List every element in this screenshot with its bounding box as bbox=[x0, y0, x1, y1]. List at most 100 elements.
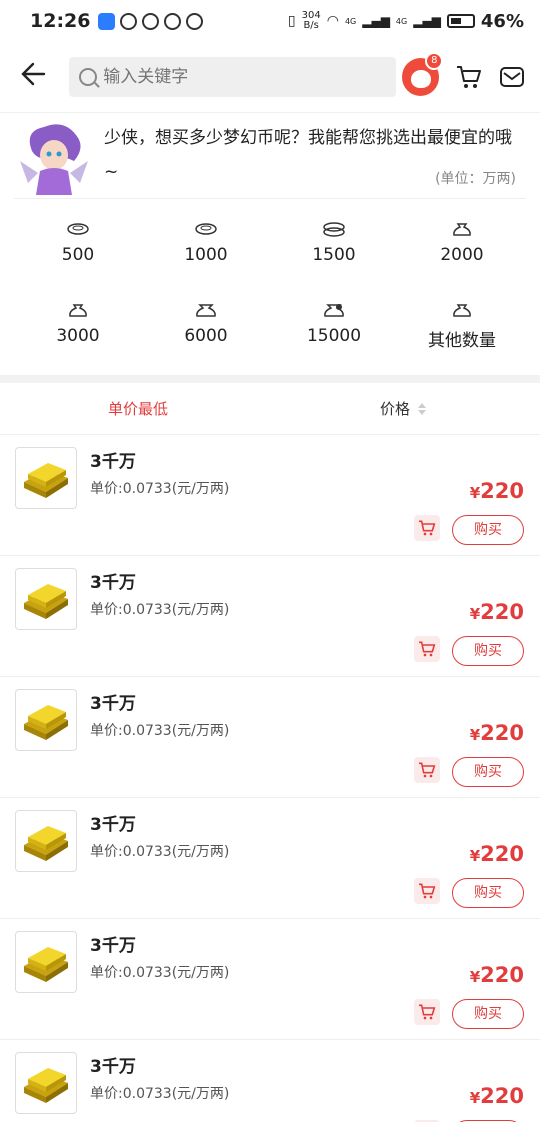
signal-icon-1: ▂▄▆ bbox=[362, 14, 390, 28]
listing-price: ¥220 bbox=[470, 600, 524, 624]
gold-bar-thumbnail bbox=[15, 689, 77, 751]
listing-price: ¥220 bbox=[470, 479, 524, 503]
amount-option-other[interactable]: 其他数量 bbox=[398, 296, 526, 363]
status-left: 12:26 bbox=[30, 10, 204, 32]
location-icon bbox=[120, 12, 138, 30]
avatar-badge: 8 bbox=[425, 52, 444, 70]
money-bag-icon bbox=[453, 304, 471, 317]
coin-stack-icon bbox=[67, 223, 89, 235]
money-bag-icon bbox=[69, 304, 87, 317]
listing-item[interactable]: 3千万 单价:0.0733(元/万两) ¥220 购买 bbox=[0, 798, 540, 919]
back-button[interactable] bbox=[20, 61, 51, 93]
listing-item[interactable]: 3千万 单价:0.0733(元/万两) ¥220 购买 bbox=[0, 556, 540, 677]
currency-symbol: ¥ bbox=[469, 968, 481, 986]
signal-4g-label-2: 4G bbox=[395, 16, 408, 26]
amount-label: 6000 bbox=[184, 326, 228, 346]
amount-label: 15000 bbox=[306, 326, 362, 346]
mascot-image bbox=[14, 121, 94, 199]
search-input[interactable] bbox=[103, 67, 384, 87]
buy-button[interactable]: 购买 bbox=[452, 878, 524, 908]
currency-symbol: ¥ bbox=[469, 605, 481, 623]
listing-item[interactable]: 3千万 单价:0.0733(元/万两) ¥220 购买 bbox=[0, 435, 540, 556]
status-right: ▯ 304 B/s ◠ 4G ▂▄▆ 4G ▂▄▆ 46% bbox=[288, 11, 524, 32]
listing-item[interactable]: 3千万 单价:0.0733(元/万两) ¥220 购买 bbox=[0, 919, 540, 1040]
avatar[interactable]: 8 bbox=[402, 52, 444, 96]
search-box[interactable] bbox=[69, 57, 397, 97]
cart-icon bbox=[419, 762, 436, 778]
vibrate-icon: ▯ bbox=[287, 13, 296, 29]
listing-title: 3千万 bbox=[90, 1057, 136, 1077]
listing-price-value: 220 bbox=[480, 600, 524, 624]
add-to-cart-button[interactable] bbox=[414, 999, 440, 1025]
listing-title: 3千万 bbox=[90, 452, 136, 472]
gold-bar-thumbnail bbox=[15, 447, 77, 509]
gold-bar-thumbnail bbox=[15, 810, 77, 872]
amount-option[interactable]: 6000 bbox=[142, 296, 270, 363]
unit-label: (单位：万两) bbox=[435, 171, 516, 187]
money-bag-icon bbox=[324, 304, 344, 317]
gold-bar-icon bbox=[24, 584, 68, 619]
coin-stack-icon bbox=[195, 223, 217, 235]
listing-unit-price: 单价:0.0733(元/万两) bbox=[90, 602, 230, 618]
back-arrow-icon bbox=[21, 62, 46, 86]
listing-list: 3千万 单价:0.0733(元/万两) ¥220 购买 3千万 单价:0.073… bbox=[0, 435, 540, 1122]
listing-unit-price: 单价:0.0733(元/万两) bbox=[90, 844, 230, 860]
battery-percent: 46% bbox=[480, 10, 524, 32]
listing-item[interactable]: 3千万 单价:0.0733(元/万两) ¥220 购买 bbox=[0, 1040, 540, 1122]
signal-4g-label-1: 4G bbox=[344, 16, 357, 26]
avatar-face-icon bbox=[411, 70, 432, 88]
sort-price-label: 价格 bbox=[380, 400, 411, 418]
amount-option[interactable]: 3000 bbox=[14, 296, 142, 363]
buy-button[interactable]: 购买 bbox=[452, 636, 524, 666]
amount-label: 1000 bbox=[184, 245, 228, 265]
section-divider bbox=[0, 375, 540, 383]
listing-price-value: 220 bbox=[480, 479, 524, 503]
page: 12:26 ▯ 304 B/s ◠ 4G ▂▄▆ 4G ▂▄▆ 46% 输入关键… bbox=[0, 0, 540, 1122]
clock: 12:26 bbox=[30, 10, 91, 32]
amount-label: 1500 bbox=[312, 245, 356, 265]
mail-icon bbox=[500, 67, 525, 87]
amount-option[interactable]: 500 bbox=[14, 215, 142, 282]
listing-item[interactable]: 3千万 单价:0.0733(元/万两) ¥220 购买 bbox=[0, 677, 540, 798]
amount-option[interactable]: 1500 bbox=[270, 215, 398, 282]
sort-arrows-icon bbox=[418, 402, 427, 415]
amount-label: 3000 bbox=[56, 326, 100, 346]
cart-button[interactable] bbox=[455, 63, 482, 91]
listing-price-value: 220 bbox=[480, 721, 524, 745]
currency-symbol: ¥ bbox=[469, 484, 481, 502]
gold-bar-icon bbox=[24, 1068, 68, 1103]
add-to-cart-button[interactable] bbox=[414, 878, 440, 904]
gold-bar-thumbnail bbox=[15, 1052, 77, 1114]
net-speed: 304 B/s bbox=[302, 11, 321, 31]
listing-price-value: 220 bbox=[480, 842, 524, 866]
currency-symbol: ¥ bbox=[469, 726, 481, 744]
mascot-character-icon bbox=[20, 124, 88, 195]
listing-price-value: 220 bbox=[480, 1084, 524, 1108]
add-to-cart-button[interactable] bbox=[414, 636, 440, 662]
cart-icon bbox=[419, 520, 436, 536]
net-speed-unit: B/s bbox=[303, 20, 319, 31]
cart-icon bbox=[456, 66, 481, 88]
buy-button[interactable]: 购买 bbox=[452, 999, 524, 1029]
app-notification-icon bbox=[98, 12, 116, 30]
buy-button[interactable]: 购买 bbox=[452, 515, 524, 545]
gold-bar-icon bbox=[24, 463, 68, 498]
battery-icon bbox=[446, 14, 475, 28]
message-button[interactable] bbox=[499, 63, 526, 91]
amount-option[interactable]: 1000 bbox=[142, 215, 270, 282]
buy-button[interactable]: 购买 bbox=[452, 757, 524, 787]
signal-icon-2: ▂▄▆ bbox=[413, 14, 441, 28]
sort-lowest-unit-price-tab[interactable]: 单价最低 bbox=[0, 398, 276, 419]
wifi-icon: ◠ bbox=[326, 13, 339, 29]
add-to-cart-button[interactable] bbox=[414, 757, 440, 783]
listing-unit-price: 单价:0.0733(元/万两) bbox=[90, 965, 230, 981]
sort-price-tab[interactable]: 价格 bbox=[380, 398, 427, 419]
gold-bar-icon bbox=[24, 826, 68, 861]
listing-title: 3千万 bbox=[90, 694, 136, 714]
money-bag-icon bbox=[453, 223, 471, 236]
listing-unit-price: 单价:0.0733(元/万两) bbox=[90, 481, 230, 497]
add-to-cart-button[interactable] bbox=[414, 515, 440, 541]
amount-option[interactable]: 15000 bbox=[270, 296, 398, 363]
cart-icon bbox=[419, 1004, 436, 1020]
amount-option[interactable]: 2000 bbox=[398, 215, 526, 282]
